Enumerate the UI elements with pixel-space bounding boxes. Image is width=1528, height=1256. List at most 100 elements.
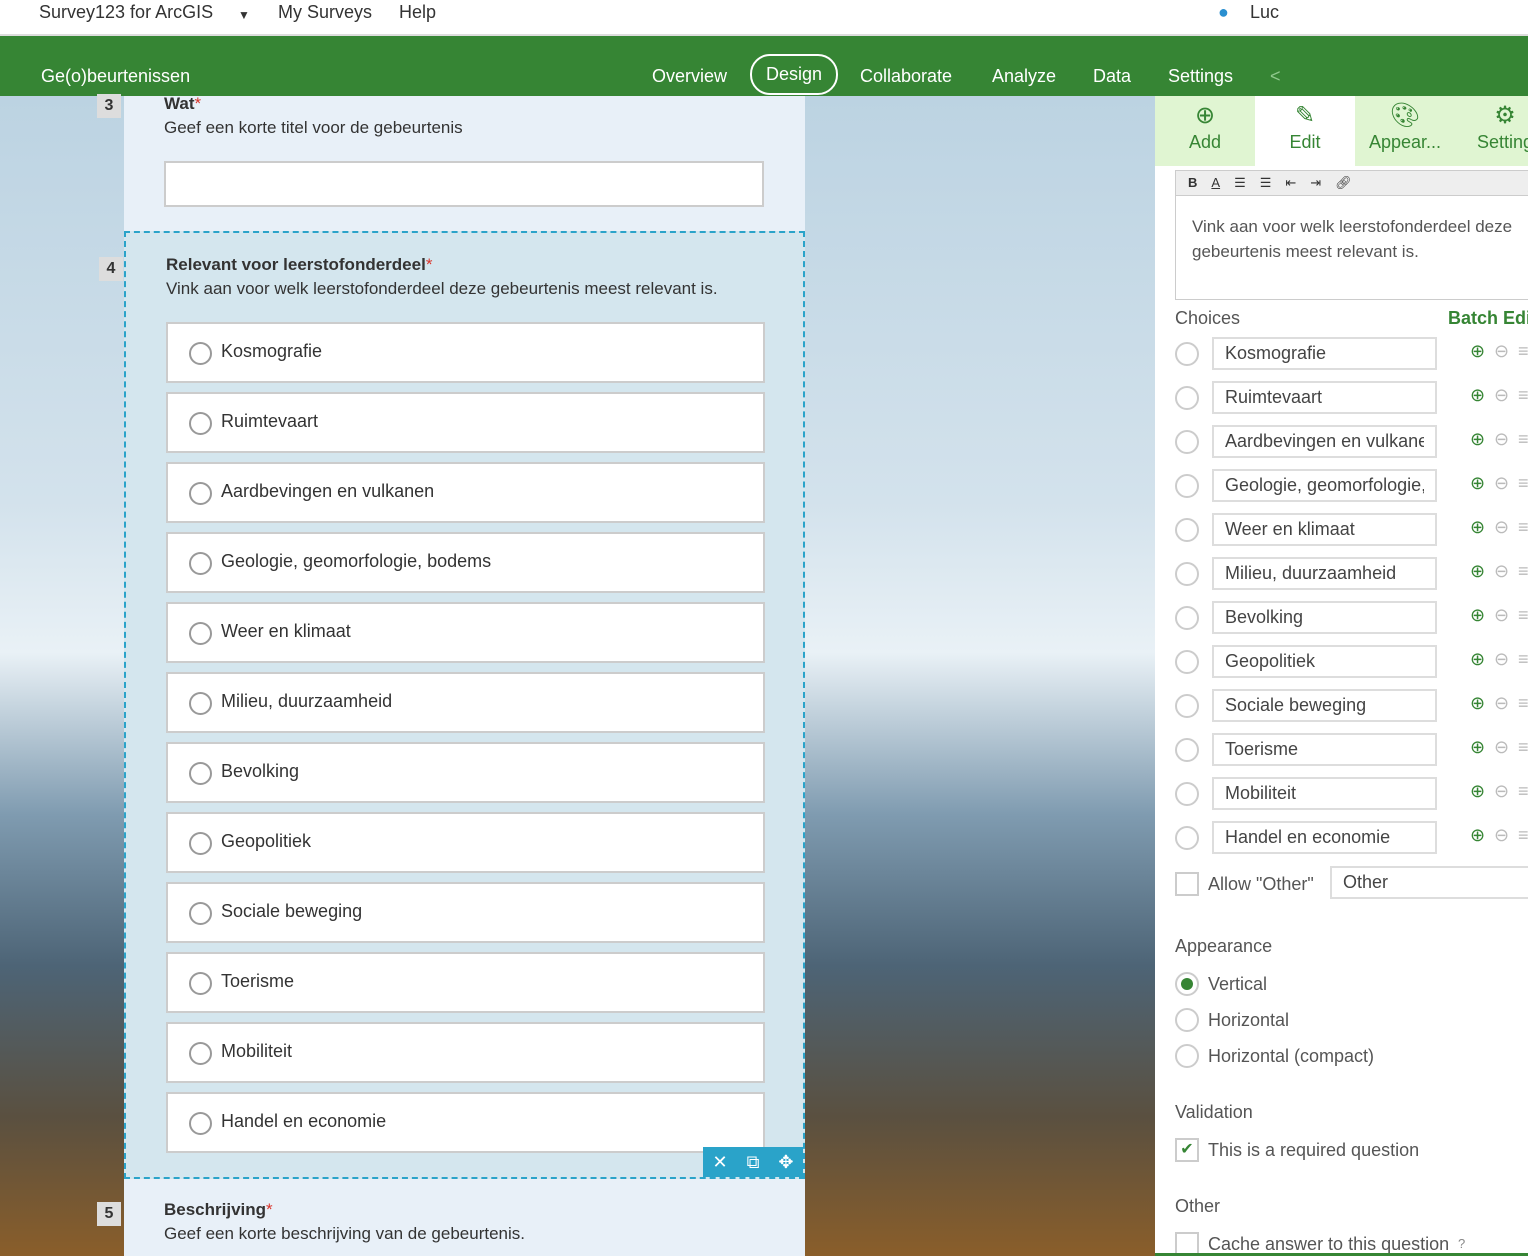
choice-input[interactable]: [1212, 733, 1437, 766]
remove-choice-icon[interactable]: ⊖: [1494, 605, 1509, 626]
radio-button[interactable]: [189, 1112, 212, 1135]
default-radio[interactable]: [1175, 694, 1199, 718]
default-radio[interactable]: [1175, 474, 1199, 498]
question-5[interactable]: Beschrijving* Geef een korte beschrijvin…: [164, 1200, 525, 1248]
choice-option[interactable]: Aardbevingen en vulkanen: [166, 462, 765, 523]
wat-input[interactable]: [164, 161, 764, 207]
radio-button[interactable]: [189, 1042, 212, 1065]
tab-analyze[interactable]: Analyze: [992, 66, 1056, 87]
add-choice-icon[interactable]: ⊕: [1470, 737, 1485, 758]
choice-input[interactable]: [1212, 601, 1437, 634]
tab-design[interactable]: Design: [750, 54, 839, 95]
radio-button[interactable]: [189, 972, 212, 995]
panel-tab-add[interactable]: ⊕ Add: [1155, 96, 1255, 166]
outdent-icon[interactable]: ⇤: [1285, 175, 1296, 191]
drag-handle-icon[interactable]: ≡: [1518, 825, 1528, 846]
tab-data[interactable]: Data: [1093, 66, 1131, 87]
numbered-list-icon[interactable]: ☰: [1234, 175, 1246, 191]
add-choice-icon[interactable]: ⊕: [1470, 649, 1485, 670]
radio-button[interactable]: [189, 412, 212, 435]
default-radio[interactable]: [1175, 826, 1199, 850]
choice-option[interactable]: Mobiliteit: [166, 1022, 765, 1083]
font-color-icon[interactable]: A: [1211, 175, 1220, 191]
radio-button[interactable]: [189, 482, 212, 505]
my-surveys-link[interactable]: My Surveys: [278, 2, 372, 23]
choice-input[interactable]: [1212, 469, 1437, 502]
tab-settings[interactable]: Settings: [1168, 66, 1233, 87]
indent-icon[interactable]: ⇥: [1310, 175, 1321, 191]
duplicate-icon[interactable]: ⧉: [747, 1152, 760, 1173]
default-radio[interactable]: [1175, 606, 1199, 630]
allow-other-checkbox[interactable]: [1175, 872, 1199, 896]
choice-option[interactable]: Ruimtevaart: [166, 392, 765, 453]
remove-choice-icon[interactable]: ⊖: [1494, 341, 1509, 362]
choice-input[interactable]: [1212, 425, 1437, 458]
drag-handle-icon[interactable]: ≡: [1518, 605, 1528, 626]
radio-button[interactable]: [189, 552, 212, 575]
drag-handle-icon[interactable]: ≡: [1518, 385, 1528, 406]
add-choice-icon[interactable]: ⊕: [1470, 605, 1485, 626]
radio-button[interactable]: [189, 832, 212, 855]
default-radio[interactable]: [1175, 562, 1199, 586]
choice-option[interactable]: Weer en klimaat: [166, 602, 765, 663]
choice-option[interactable]: Toerisme: [166, 952, 765, 1013]
add-choice-icon[interactable]: ⊕: [1470, 341, 1485, 362]
choice-option[interactable]: Bevolking: [166, 742, 765, 803]
appearance-vertical-radio[interactable]: [1175, 972, 1199, 996]
panel-tab-settings[interactable]: ⚙ Setting: [1455, 96, 1528, 166]
choice-input[interactable]: [1212, 513, 1437, 546]
drag-handle-icon[interactable]: ≡: [1518, 473, 1528, 494]
add-choice-icon[interactable]: ⊕: [1470, 561, 1485, 582]
remove-choice-icon[interactable]: ⊖: [1494, 561, 1509, 582]
choice-option[interactable]: Geologie, geomorfologie, bodems: [166, 532, 765, 593]
add-choice-icon[interactable]: ⊕: [1470, 429, 1485, 450]
hint-textarea[interactable]: Vink aan voor welk leerstofonderdeel dez…: [1175, 196, 1528, 300]
radio-button[interactable]: [189, 902, 212, 925]
tab-collaborate[interactable]: Collaborate: [860, 66, 952, 87]
default-radio[interactable]: [1175, 782, 1199, 806]
add-choice-icon[interactable]: ⊕: [1470, 825, 1485, 846]
bullet-list-icon[interactable]: ☰: [1260, 175, 1272, 191]
add-choice-icon[interactable]: ⊕: [1470, 517, 1485, 538]
radio-button[interactable]: [189, 692, 212, 715]
default-radio[interactable]: [1175, 650, 1199, 674]
remove-choice-icon[interactable]: ⊖: [1494, 517, 1509, 538]
drag-handle-icon[interactable]: ≡: [1518, 737, 1528, 758]
other-label-input[interactable]: [1330, 866, 1528, 899]
app-menu[interactable]: Survey123 for ArcGIS: [39, 2, 213, 23]
panel-tab-edit[interactable]: ✎ Edit: [1255, 96, 1355, 166]
drag-handle-icon[interactable]: ≡: [1518, 693, 1528, 714]
add-choice-icon[interactable]: ⊕: [1470, 693, 1485, 714]
default-radio[interactable]: [1175, 386, 1199, 410]
appearance-horizontal-radio[interactable]: [1175, 1008, 1199, 1032]
radio-button[interactable]: [189, 762, 212, 785]
choice-input[interactable]: [1212, 557, 1437, 590]
question-4-selected[interactable]: 4 Relevant voor leerstofonderdeel* Vink …: [99, 231, 805, 1179]
question-3[interactable]: Wat* Geef een korte titel voor de gebeur…: [164, 94, 463, 142]
drag-handle-icon[interactable]: ≡: [1518, 781, 1528, 802]
remove-choice-icon[interactable]: ⊖: [1494, 825, 1509, 846]
bold-icon[interactable]: B: [1188, 175, 1197, 191]
help-icon[interactable]: ?: [1458, 1236, 1465, 1251]
choice-option[interactable]: Kosmografie: [166, 322, 765, 383]
choice-input[interactable]: [1212, 645, 1437, 678]
default-radio[interactable]: [1175, 342, 1199, 366]
default-radio[interactable]: [1175, 430, 1199, 454]
default-radio[interactable]: [1175, 738, 1199, 762]
tab-overview[interactable]: Overview: [652, 66, 727, 87]
remove-choice-icon[interactable]: ⊖: [1494, 385, 1509, 406]
remove-choice-icon[interactable]: ⊖: [1494, 737, 1509, 758]
add-choice-icon[interactable]: ⊕: [1470, 781, 1485, 802]
choice-input[interactable]: [1212, 337, 1437, 370]
radio-button[interactable]: [189, 342, 212, 365]
choice-input[interactable]: [1212, 381, 1437, 414]
remove-choice-icon[interactable]: ⊖: [1494, 473, 1509, 494]
drag-handle-icon[interactable]: ≡: [1518, 429, 1528, 450]
batch-edit-link[interactable]: Batch Edit: [1448, 308, 1528, 329]
choice-input[interactable]: [1212, 689, 1437, 722]
panel-tab-appearance[interactable]: 🎨︎ Appear...: [1355, 96, 1455, 166]
choice-option[interactable]: Milieu, duurzaamheid: [166, 672, 765, 733]
choice-input[interactable]: [1212, 821, 1437, 854]
drag-handle-icon[interactable]: ≡: [1518, 517, 1528, 538]
add-choice-icon[interactable]: ⊕: [1470, 385, 1485, 406]
